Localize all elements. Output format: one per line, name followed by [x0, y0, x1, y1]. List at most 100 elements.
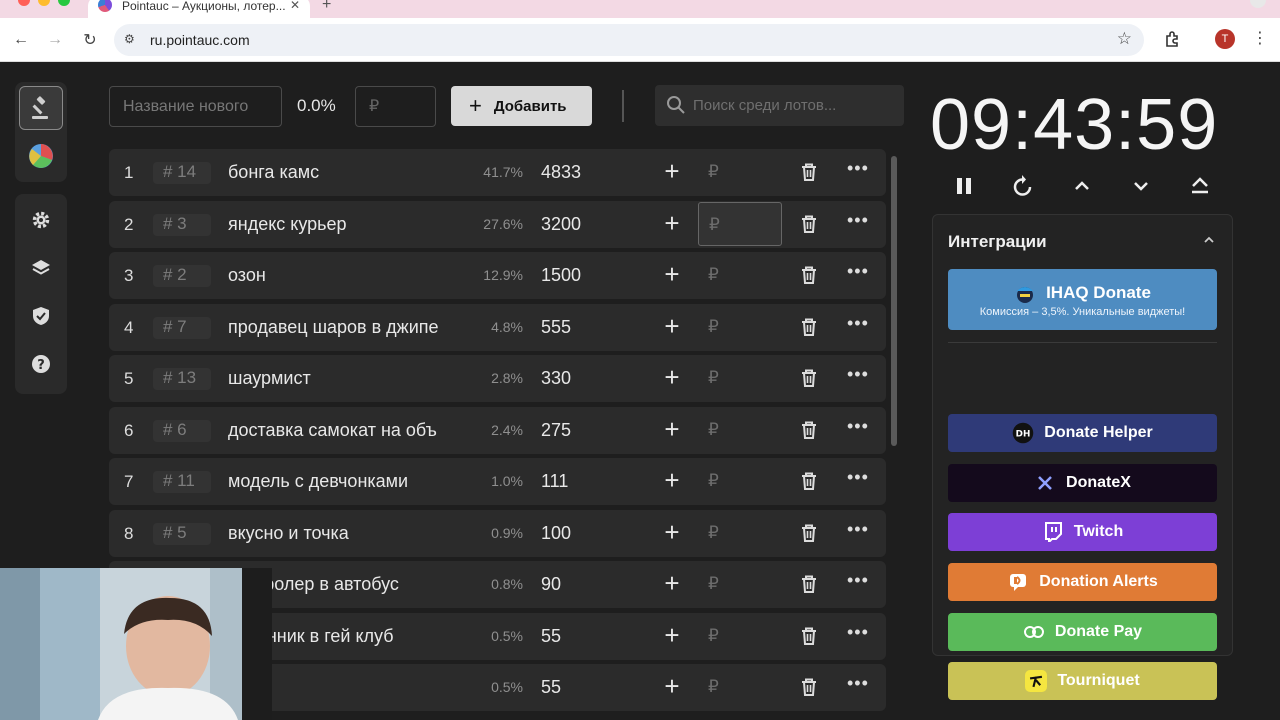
add-to-lot-button[interactable]: + — [659, 259, 685, 291]
delete-lot-button[interactable] — [799, 420, 819, 445]
lot-bid-input[interactable]: ₽ — [698, 614, 782, 658]
delete-lot-button[interactable] — [799, 368, 819, 393]
url-text[interactable]: ru.pointauc.com — [150, 32, 250, 48]
tab-close-icon[interactable]: ✕ — [290, 0, 300, 12]
donation-alerts-button[interactable]: Donation Alerts — [948, 563, 1217, 601]
lot-row[interactable]: 6 # 6 доставка самокат на объ 2.4% 275 +… — [109, 406, 886, 454]
lot-bid-input[interactable]: ₽ — [698, 150, 782, 194]
sidebar-auction-button[interactable] — [19, 86, 63, 130]
new-lot-name-input[interactable] — [109, 86, 282, 127]
pause-button[interactable] — [948, 170, 980, 202]
delete-lot-button[interactable] — [799, 162, 819, 187]
lot-more-icon[interactable]: ••• — [847, 570, 869, 591]
delete-lot-button[interactable] — [799, 317, 819, 342]
lot-bid-input[interactable]: ₽ — [698, 305, 782, 349]
lot-more-icon[interactable]: ••• — [847, 519, 869, 540]
lot-name[interactable]: доставка самокат на объ — [228, 420, 460, 441]
browser-tab[interactable]: Pointauc – Аукционы, лотер... ✕ — [88, 0, 310, 18]
lot-more-icon[interactable]: ••• — [847, 313, 869, 334]
maximize-window-icon[interactable] — [58, 0, 70, 6]
delete-lot-button[interactable] — [799, 265, 819, 290]
browser-menu-icon[interactable]: ⋮ — [1252, 28, 1268, 48]
new-tab-icon[interactable]: + — [322, 0, 331, 14]
ihaq-donate-button[interactable]: IHAQ Donate Комиссия – 3,5%. Уникальные … — [948, 269, 1217, 330]
lot-bid-input[interactable]: ₽ — [698, 408, 782, 452]
delete-lot-button[interactable] — [799, 677, 819, 702]
back-icon[interactable]: ← — [8, 27, 34, 53]
lot-bid-input[interactable]: ₽ — [698, 665, 782, 709]
lot-bid-input[interactable]: ₽ — [698, 459, 782, 503]
lot-name[interactable]: шаурмист — [228, 368, 460, 389]
address-bar[interactable]: ⚙ ru.pointauc.com ☆ — [114, 24, 1144, 56]
collapse-integrations-icon[interactable] — [1202, 233, 1216, 252]
lots-scrollbar[interactable] — [891, 156, 897, 446]
twitch-button[interactable]: Twitch — [948, 513, 1217, 551]
add-to-lot-button[interactable]: + — [659, 517, 685, 549]
reset-timer-button[interactable] — [1007, 170, 1039, 202]
forward-icon[interactable]: → — [42, 27, 68, 53]
search-box[interactable] — [655, 85, 904, 126]
sidebar-settings-button[interactable] — [19, 198, 63, 242]
new-lot-amount-input[interactable] — [355, 86, 436, 127]
double-add-time-button[interactable] — [1184, 170, 1216, 202]
lot-row[interactable]: 3 # 2 озон 12.9% 1500 + ₽ ••• — [109, 252, 886, 299]
add-to-lot-button[interactable]: + — [659, 208, 685, 240]
lot-bid-input[interactable]: ₽ — [698, 356, 782, 400]
delete-lot-button[interactable] — [799, 523, 819, 548]
add-to-lot-button[interactable]: + — [659, 568, 685, 600]
add-to-lot-button[interactable]: + — [659, 465, 685, 497]
lot-bid-input[interactable]: ₽ — [698, 201, 782, 246]
lot-row[interactable]: 5 # 13 шаурмист 2.8% 330 + ₽ ••• — [109, 355, 886, 402]
lot-name[interactable]: модель с девчонками — [228, 471, 460, 492]
lot-more-icon[interactable]: ••• — [847, 261, 869, 282]
lot-more-icon[interactable]: ••• — [847, 673, 869, 694]
lot-bid-input[interactable]: ₽ — [698, 562, 782, 606]
lot-row[interactable]: 7 # 11 модель с девчонками 1.0% 111 + ₽ … — [109, 458, 886, 505]
tabstrip-menu-icon[interactable] — [1250, 0, 1266, 8]
sidebar-help-button[interactable]: ? — [19, 342, 63, 386]
minimize-window-icon[interactable] — [38, 0, 50, 6]
close-window-icon[interactable] — [18, 0, 30, 6]
add-to-lot-button[interactable]: + — [659, 620, 685, 652]
lot-name[interactable]: озон — [228, 265, 460, 286]
lot-row[interactable]: 8 # 5 вкусно и точка 0.9% 100 + ₽ ••• — [109, 509, 886, 557]
site-settings-icon[interactable]: ⚙ — [124, 32, 140, 48]
sidebar-wheel-button[interactable] — [19, 134, 63, 178]
lot-row[interactable]: 2 # 3 яндекс курьер 27.6% 3200 + ₽ ••• — [109, 200, 886, 248]
sidebar-layers-button[interactable] — [19, 246, 63, 290]
add-lot-button[interactable]: + Добавить — [451, 86, 592, 126]
extensions-icon[interactable] — [1164, 30, 1182, 53]
lot-name[interactable]: вкусно и точка — [228, 523, 460, 544]
lot-more-icon[interactable]: ••• — [847, 210, 869, 231]
add-to-lot-button[interactable]: + — [659, 311, 685, 343]
add-to-lot-button[interactable]: + — [659, 671, 685, 703]
delete-lot-button[interactable] — [799, 214, 819, 239]
lot-name[interactable]: яндекс курьер — [228, 214, 460, 235]
donate-pay-button[interactable]: Donate Pay — [948, 613, 1217, 651]
lot-row[interactable]: 4 # 7 продавец шаров в джипе 4.8% 555 + … — [109, 303, 886, 351]
lot-more-icon[interactable]: ••• — [847, 364, 869, 385]
tourniquet-button[interactable]: Tourniquet — [948, 662, 1217, 700]
delete-lot-button[interactable] — [799, 574, 819, 599]
delete-lot-button[interactable] — [799, 626, 819, 651]
donate-helper-button[interactable]: DH Donate Helper — [948, 414, 1217, 452]
reload-icon[interactable]: ↻ — [77, 27, 103, 53]
lot-more-icon[interactable]: ••• — [847, 622, 869, 643]
add-to-lot-button[interactable]: + — [659, 362, 685, 394]
donatex-button[interactable]: DonateX — [948, 464, 1217, 502]
lot-name[interactable]: продавец шаров в джипе — [228, 317, 460, 338]
add-to-lot-button[interactable]: + — [659, 414, 685, 446]
subtract-time-button[interactable] — [1125, 170, 1157, 202]
profile-avatar[interactable]: T — [1215, 29, 1235, 49]
lot-bid-input[interactable]: ₽ — [698, 253, 782, 297]
delete-lot-button[interactable] — [799, 471, 819, 496]
lot-name[interactable]: бонга камс — [228, 162, 460, 183]
lot-more-icon[interactable]: ••• — [847, 158, 869, 179]
add-time-button[interactable] — [1066, 170, 1098, 202]
lot-row[interactable]: 1 # 14 бонга камс 41.7% 4833 + ₽ ••• — [109, 149, 886, 196]
lot-bid-input[interactable]: ₽ — [698, 511, 782, 555]
sidebar-security-button[interactable] — [19, 294, 63, 338]
add-to-lot-button[interactable]: + — [659, 156, 685, 188]
search-input[interactable] — [693, 85, 898, 126]
lot-more-icon[interactable]: ••• — [847, 416, 869, 437]
